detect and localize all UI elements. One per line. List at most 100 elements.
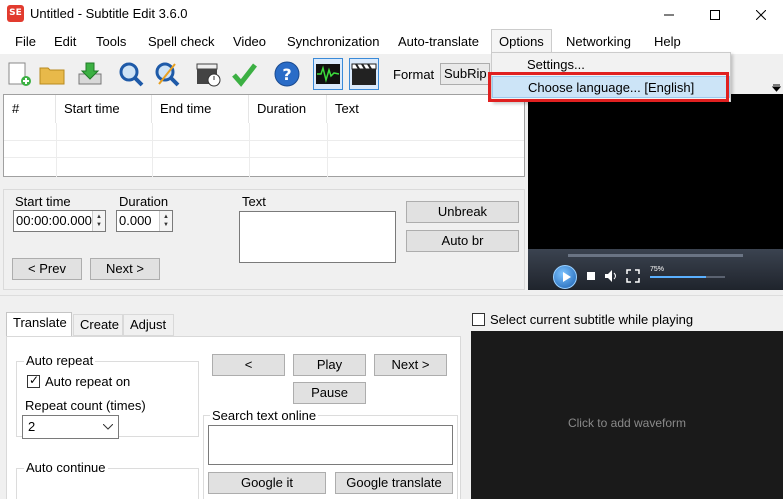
waveform-panel[interactable]: Click to add waveform	[471, 331, 783, 499]
grid-col-line	[152, 123, 153, 177]
google-translate-button[interactable]: Google translate	[335, 472, 453, 494]
menu-edit[interactable]: Edit	[47, 29, 83, 54]
menu-help[interactable]: Help	[647, 29, 688, 54]
menu-bar: File Edit Tools Spell check Video Synchr…	[0, 29, 783, 54]
checkmark-icon	[232, 63, 257, 87]
new-file-icon	[8, 62, 31, 86]
film-clapper-icon	[351, 63, 377, 85]
chevron-down-icon	[103, 424, 113, 430]
select-current-subtitle-label: Select current subtitle while playing	[490, 312, 694, 327]
grid-header: # Start time End time Duration Text	[4, 95, 524, 123]
unbreak-button[interactable]: Unbreak	[406, 201, 519, 223]
svg-text:?: ?	[282, 65, 291, 84]
start-time-input[interactable]: 00:00:00.000 ▲ ▼	[13, 210, 106, 232]
google-it-button[interactable]: Google it	[208, 472, 326, 494]
replace-icon	[155, 62, 180, 87]
search-icon	[119, 62, 144, 87]
search-online-label: Search text online	[210, 408, 319, 423]
help-button[interactable]: ?	[272, 58, 302, 90]
grid-col-line	[249, 123, 250, 177]
stop-icon[interactable]	[586, 271, 596, 281]
maximize-icon	[710, 9, 720, 20]
search-text-input[interactable]	[208, 425, 453, 465]
menu-networking[interactable]: Networking	[559, 29, 638, 54]
subtitle-text-input[interactable]	[239, 211, 396, 263]
duration-label: Duration	[119, 194, 169, 209]
minimize-icon	[664, 14, 674, 15]
start-time-value: 00:00:00.000	[16, 213, 92, 228]
column-number[interactable]: #	[4, 95, 56, 123]
menu-options[interactable]: Options	[491, 29, 552, 54]
start-time-label: Start time	[15, 194, 71, 209]
highlight-frame	[488, 72, 729, 102]
new-button[interactable]	[4, 58, 34, 90]
auto-repeat-checkbox[interactable]	[27, 373, 40, 388]
column-start-time[interactable]: Start time	[56, 95, 152, 123]
menu-tools[interactable]: Tools	[89, 29, 133, 54]
visual-sync-button[interactable]	[193, 58, 223, 90]
tab-create[interactable]: Create	[73, 314, 123, 336]
volume-slider[interactable]	[650, 276, 725, 278]
repeat-count-label: Repeat count (times)	[25, 398, 146, 413]
format-select[interactable]: SubRip	[440, 63, 490, 85]
select-current-subtitle-checkbox[interactable]	[472, 313, 485, 326]
app-logo-icon: SE	[7, 5, 24, 22]
spin-arrows[interactable]: ▲ ▼	[159, 211, 172, 231]
menu-video[interactable]: Video	[226, 29, 273, 54]
subtitle-grid[interactable]: # Start time End time Duration Text	[3, 94, 525, 177]
play-button[interactable]: Play	[293, 354, 366, 376]
column-end-time[interactable]: End time	[152, 95, 249, 123]
volume-icon[interactable]	[604, 269, 618, 283]
next-line-button[interactable]: Next >	[374, 354, 447, 376]
waveform-hint: Click to add waveform	[567, 416, 687, 430]
play-icon[interactable]	[553, 265, 577, 289]
close-button[interactable]	[738, 0, 783, 29]
text-label: Text	[242, 194, 266, 209]
spell-check-button[interactable]	[229, 58, 259, 90]
spin-arrows[interactable]: ▲ ▼	[92, 211, 105, 231]
duration-value: 0.000	[119, 213, 152, 228]
menu-file[interactable]: File	[8, 29, 43, 54]
minimize-button[interactable]	[646, 0, 692, 29]
find-button[interactable]	[116, 58, 146, 90]
open-button[interactable]	[37, 58, 67, 90]
video-controls: 75%	[528, 249, 783, 290]
volume-percent: 75%	[650, 266, 665, 273]
menu-spell-check[interactable]: Spell check	[141, 29, 221, 54]
format-label: Format	[393, 67, 435, 82]
seek-bar[interactable]	[568, 254, 743, 257]
grid-row-line	[4, 140, 524, 141]
folder-icon	[39, 67, 65, 85]
maximize-button[interactable]	[692, 0, 738, 29]
prev-button[interactable]: < Prev	[12, 258, 82, 280]
close-icon	[756, 9, 766, 20]
replace-button[interactable]	[152, 58, 182, 90]
duration-input[interactable]: 0.000 ▲ ▼	[116, 210, 173, 232]
fullscreen-icon[interactable]	[626, 269, 640, 283]
title-bar: SE Untitled - Subtitle Edit 3.6.0	[0, 0, 783, 29]
auto-br-button[interactable]: Auto br	[406, 230, 519, 252]
menu-synchronization[interactable]: Synchronization	[280, 29, 387, 54]
column-duration[interactable]: Duration	[249, 95, 327, 123]
repeat-count-select[interactable]: 2	[22, 415, 119, 439]
repeat-count-value: 2	[28, 419, 36, 434]
waveform-icon	[316, 64, 340, 84]
save-button[interactable]	[75, 58, 105, 90]
tab-translate[interactable]: Translate	[6, 312, 72, 336]
toolbar-overflow-icon[interactable]	[772, 83, 781, 92]
tab-adjust[interactable]: Adjust	[123, 314, 174, 336]
clapper-clock-icon	[196, 63, 221, 87]
help-icon: ?	[274, 61, 300, 87]
auto-repeat-on-label: Auto repeat on	[45, 374, 131, 389]
prev-line-button[interactable]: <	[212, 354, 285, 376]
video-toggle-button[interactable]	[349, 58, 379, 90]
panel-splitter[interactable]	[0, 295, 783, 305]
download-save-icon	[78, 62, 102, 85]
next-button[interactable]: Next >	[90, 258, 160, 280]
waveform-toggle-button[interactable]	[313, 58, 343, 90]
grid-row-line	[4, 157, 524, 158]
menu-auto-translate[interactable]: Auto-translate	[391, 29, 486, 54]
grid-col-line	[327, 123, 328, 177]
auto-repeat-group-label: Auto repeat	[24, 353, 96, 368]
pause-button[interactable]: Pause	[293, 382, 366, 404]
